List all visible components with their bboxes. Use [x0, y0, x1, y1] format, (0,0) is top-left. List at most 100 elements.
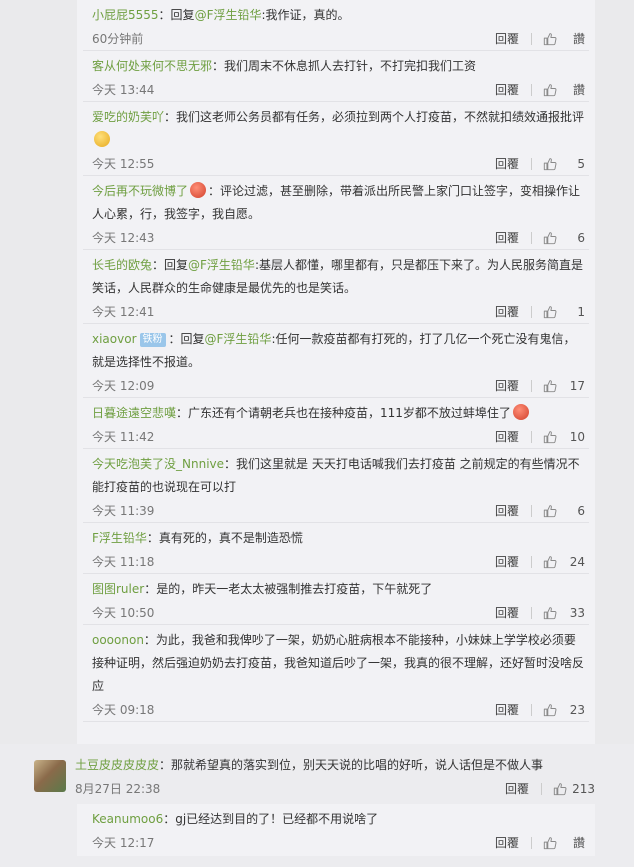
- divider: [531, 606, 532, 619]
- nested-reply-text: Keanumoo6：gj已经达到目的了！已经都不用说啥了: [83, 804, 589, 831]
- emoji-icon: [512, 404, 529, 420]
- reply-username[interactable]: F浮生铅华: [92, 531, 147, 545]
- reply-text: F浮生铅华：真有死的，真不是制造恐慌: [83, 523, 589, 550]
- like-button[interactable]: 24: [543, 555, 585, 569]
- reply-button[interactable]: 回覆: [495, 701, 519, 718]
- like-button[interactable]: 33: [543, 606, 585, 620]
- divider: [531, 430, 532, 443]
- reply-button[interactable]: 回覆: [495, 155, 519, 172]
- like-button[interactable]: 1: [543, 305, 585, 319]
- reply-text: 今后再不玩微博了 ：评论过滤，甚至删除，带着派出所民警上家门口让签字，变相操作让人…: [83, 176, 589, 226]
- reply-item: 长毛的欧兔：回复@F浮生铅华:基层人都懂，哪里都有，只是都压下来了。为人民服务简…: [83, 250, 589, 324]
- reply-text: 爱吃的奶芙吖：我们这老师公务员都有任务，必须拉到两个人打疫苗，不然就扣绩效通报批…: [83, 102, 589, 152]
- like-count: 6: [577, 503, 585, 518]
- reply-item: xiaovor 铁粉 ：回复@F浮生铅华:任何一款疫苗都有打死的，打了几亿一个死亡没…: [83, 324, 589, 398]
- reply-time: 今天 12:43: [92, 231, 155, 245]
- thumbs-up-icon: [543, 836, 557, 849]
- nested-reply: Keanumoo6：gj已经达到目的了！已经都不用说啥了 今天 12:17 回覆…: [83, 804, 589, 854]
- reply-content: ：我们周末不休息抓人去打针，不打完扣我们工资: [212, 59, 477, 73]
- reply-content: ：我们这老师公务员都有任务，必须拉到两个人打疫苗，不然就扣绩效通报批评: [164, 110, 585, 124]
- like-button[interactable]: 5: [543, 157, 585, 171]
- reply-button[interactable]: 回覆: [495, 377, 519, 394]
- reply-username[interactable]: 小屁屁5555: [92, 8, 159, 22]
- reply-button[interactable]: 回覆: [495, 553, 519, 570]
- nested-reply-button[interactable]: 回覆: [495, 834, 519, 851]
- reply-button[interactable]: 回覆: [495, 428, 519, 445]
- reply-item: 日暮途遠空悲嘆：广东还有个请朝老兵也在接种疫苗，111岁都不放过蚌埠住了今天 1…: [83, 398, 589, 449]
- reply-username[interactable]: 今后再不玩微博了: [92, 184, 188, 198]
- reply-text: 客从何处来何不思无邪：我们周末不休息抓人去打针，不打完扣我们工资: [83, 51, 589, 78]
- reply-time: 今天 10:50: [92, 606, 155, 620]
- reply-time: 今天 13:44: [92, 83, 155, 97]
- comment-like-button[interactable]: 213: [553, 782, 595, 796]
- fan-badge: 铁粉: [139, 333, 166, 347]
- reply-meta: 今天 11:39 回覆 6: [83, 499, 589, 522]
- like-count: 24: [569, 554, 585, 569]
- like-button[interactable]: 讚: [543, 81, 585, 98]
- reply-button[interactable]: 回覆: [495, 303, 519, 320]
- comment-content: ：那就希望真的落实到位，别天天说的比唱的好听，说人话但是不做人事: [159, 758, 544, 772]
- reply-time: 今天 12:09: [92, 379, 155, 393]
- divider: [531, 504, 532, 517]
- reply-time: 今天 11:42: [92, 430, 155, 444]
- reply-time: 60分钟前: [92, 32, 144, 46]
- nested-content: ：gj已经达到目的了！已经都不用说啥了: [163, 812, 379, 826]
- reply-time: 今天 12:41: [92, 305, 155, 319]
- nested-like-button[interactable]: 讚: [543, 834, 585, 851]
- reply-button[interactable]: 回覆: [495, 81, 519, 98]
- thumbs-up-icon: [543, 305, 557, 318]
- reply-text: 图图ruler：是的，昨天一老太太被强制推去打疫苗，下午就死了: [83, 574, 589, 601]
- like-count: 17: [569, 378, 585, 393]
- emoji-icon: [190, 182, 207, 198]
- reply-item: 今天吃泡芙了没_Nnnive：我们这里就是 天天打电话喊我们去打疫苗 之前规定的…: [83, 449, 589, 523]
- comment-text: 土豆皮皮皮皮皮：那就希望真的落实到位，别天天说的比唱的好听，说人话但是不做人事: [75, 754, 543, 777]
- like-button[interactable]: 10: [543, 430, 585, 444]
- mention-link[interactable]: @F浮生铅华: [195, 8, 262, 22]
- reply-text: 日暮途遠空悲嘆：广东还有个请朝老兵也在接种疫苗，111岁都不放过蚌埠住了: [83, 398, 589, 425]
- reply-content: ：广东还有个请朝老兵也在接种疫苗，111岁都不放过蚌埠住了: [176, 406, 511, 420]
- like-count: 10: [569, 429, 585, 444]
- reply-button[interactable]: 回覆: [495, 30, 519, 47]
- divider: [531, 555, 532, 568]
- mention-link[interactable]: @F浮生铅华: [188, 258, 255, 272]
- nested-username[interactable]: Keanumoo6: [92, 812, 163, 826]
- reply-username[interactable]: 客从何处来何不思无邪: [92, 59, 212, 73]
- reply-content: ：回复: [168, 332, 205, 346]
- reply-username[interactable]: 日暮途遠空悲嘆: [92, 406, 176, 420]
- reply-username[interactable]: xiaovor: [92, 332, 137, 346]
- mention-link[interactable]: @F浮生铅华: [205, 332, 272, 346]
- reply-content: ：回复: [152, 258, 189, 272]
- comment-username[interactable]: 土豆皮皮皮皮皮: [75, 758, 159, 772]
- comment-like-count: 213: [572, 781, 595, 796]
- reply-text: 今天吃泡芙了没_Nnnive：我们这里就是 天天打电话喊我们去打疫苗 之前规定的…: [83, 449, 589, 499]
- reply-username[interactable]: 图图ruler: [92, 582, 144, 596]
- reply-button[interactable]: 回覆: [495, 604, 519, 621]
- reply-button[interactable]: 回覆: [495, 502, 519, 519]
- like-button[interactable]: 6: [543, 504, 585, 518]
- reply-username[interactable]: 长毛的欧兔: [92, 258, 152, 272]
- thumbs-up-icon: [543, 555, 557, 568]
- divider: [531, 231, 532, 244]
- like-count: 5: [577, 156, 585, 171]
- reply-item: F浮生铅华：真有死的，真不是制造恐慌 今天 11:18 回覆 24: [83, 523, 589, 574]
- reply-content: ：为此，我爸和我俾吵了一架，奶奶心脏病根本不能接种，小妹妹上学学校必须要接种证明…: [92, 633, 585, 693]
- reply-button[interactable]: 回覆: [495, 229, 519, 246]
- comment-reply-button[interactable]: 回覆: [505, 780, 529, 797]
- reply-username[interactable]: oooonon: [92, 633, 144, 647]
- reply-meta: 今天 09:18 回覆 23: [83, 698, 589, 721]
- reply-username[interactable]: 今天吃泡芙了没_Nnnive: [92, 457, 224, 471]
- like-button[interactable]: 讚: [543, 30, 585, 47]
- reply-item: 爱吃的奶芙吖：我们这老师公务员都有任务，必须拉到两个人打疫苗，不然就扣绩效通报批…: [83, 102, 589, 176]
- avatar[interactable]: [34, 760, 66, 792]
- divider: [531, 157, 532, 170]
- reply-time: 今天 12:55: [92, 157, 155, 171]
- like-button[interactable]: 6: [543, 231, 585, 245]
- reply-content: :我作证，真的。: [261, 8, 350, 22]
- nested-reply-meta: 今天 12:17 回覆 讚: [83, 831, 589, 854]
- nested-like-count: 讚: [572, 836, 585, 850]
- reply-username[interactable]: 爱吃的奶芙吖: [92, 110, 164, 124]
- divider: [531, 836, 532, 849]
- like-button[interactable]: 17: [543, 379, 585, 393]
- like-button[interactable]: 23: [543, 703, 585, 717]
- reply-time: 今天 11:39: [92, 504, 155, 518]
